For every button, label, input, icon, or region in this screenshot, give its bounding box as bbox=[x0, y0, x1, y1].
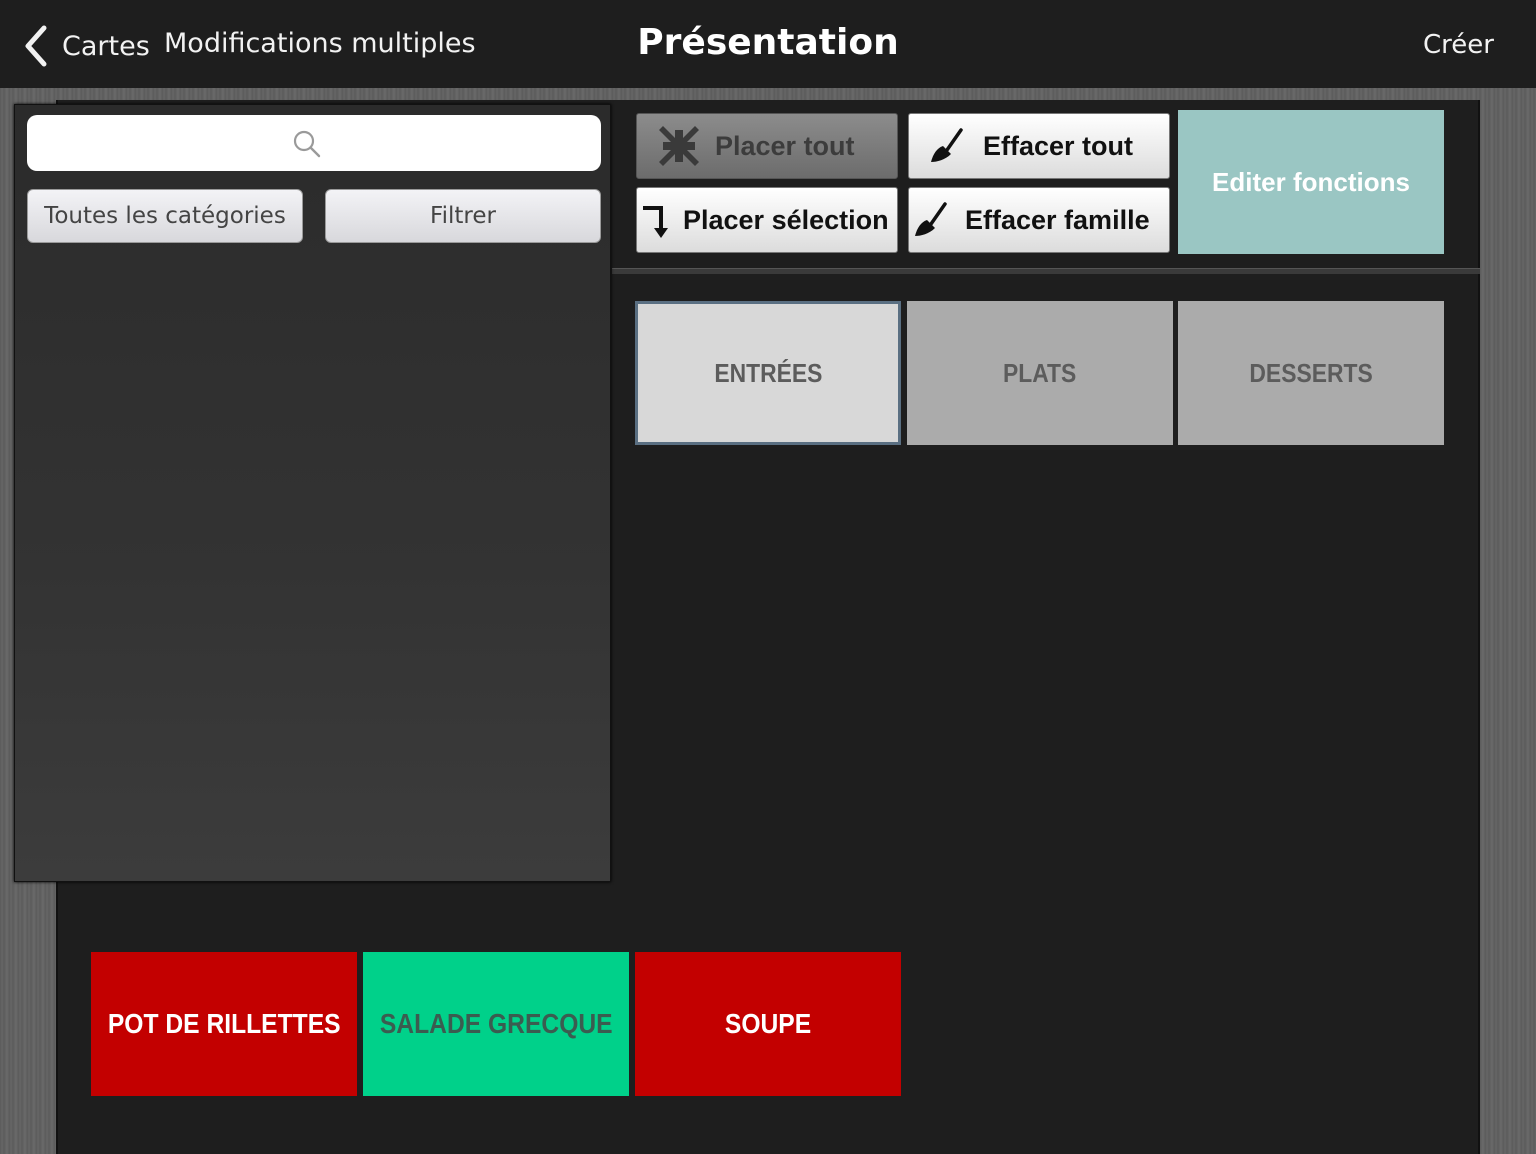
compress-arrows-icon bbox=[659, 126, 699, 166]
product-list-panel: Toutes les catégories Filtrer bbox=[14, 104, 611, 882]
category-filter-button[interactable]: Toutes les catégories bbox=[27, 189, 303, 243]
search-icon bbox=[293, 130, 321, 158]
product-tile-soupe[interactable]: SOUPE bbox=[635, 952, 901, 1096]
category-tile-entrees[interactable]: ENTRÉES bbox=[635, 301, 901, 445]
navigation-bar: Cartes Modifications multiples Présentat… bbox=[0, 0, 1536, 88]
category-label: PLATS bbox=[1003, 357, 1077, 388]
broom-icon bbox=[915, 202, 947, 236]
broom-icon bbox=[931, 128, 963, 162]
turn-down-arrow-icon bbox=[643, 206, 668, 238]
product-label: POT DE RILLETTES bbox=[107, 1008, 341, 1039]
erase-family-button[interactable]: Effacer famille bbox=[908, 187, 1170, 253]
place-all-label: Placer tout bbox=[715, 130, 855, 161]
page-title: Présentation bbox=[637, 22, 899, 63]
erase-all-button[interactable]: Effacer tout bbox=[908, 113, 1170, 179]
category-tile-desserts[interactable]: DESSERTS bbox=[1178, 301, 1444, 445]
erase-all-label: Effacer tout bbox=[983, 130, 1134, 161]
category-tile-plats[interactable]: PLATS bbox=[907, 301, 1173, 445]
erase-family-label: Effacer famille bbox=[965, 204, 1150, 235]
search-input[interactable] bbox=[27, 115, 601, 171]
category-label: ENTRÉES bbox=[713, 357, 823, 388]
filter-button[interactable]: Filtrer bbox=[325, 189, 601, 243]
board-divider bbox=[612, 268, 1480, 274]
place-selection-label: Placer sélection bbox=[683, 204, 889, 235]
edit-functions-button[interactable]: Editer fonctions bbox=[1178, 110, 1444, 254]
product-label: SOUPE bbox=[724, 1008, 812, 1039]
product-tile-pot-de-rillettes[interactable]: POT DE RILLETTES bbox=[91, 952, 357, 1096]
category-label: DESSERTS bbox=[1249, 357, 1373, 388]
place-all-button[interactable]: Placer tout bbox=[636, 113, 898, 179]
create-button[interactable]: Créer bbox=[1423, 30, 1494, 60]
place-selection-button[interactable]: Placer sélection bbox=[636, 187, 898, 253]
product-tile-salade-grecque[interactable]: SALADE GRECQUE bbox=[363, 952, 629, 1096]
product-label: SALADE GRECQUE bbox=[379, 1008, 613, 1039]
